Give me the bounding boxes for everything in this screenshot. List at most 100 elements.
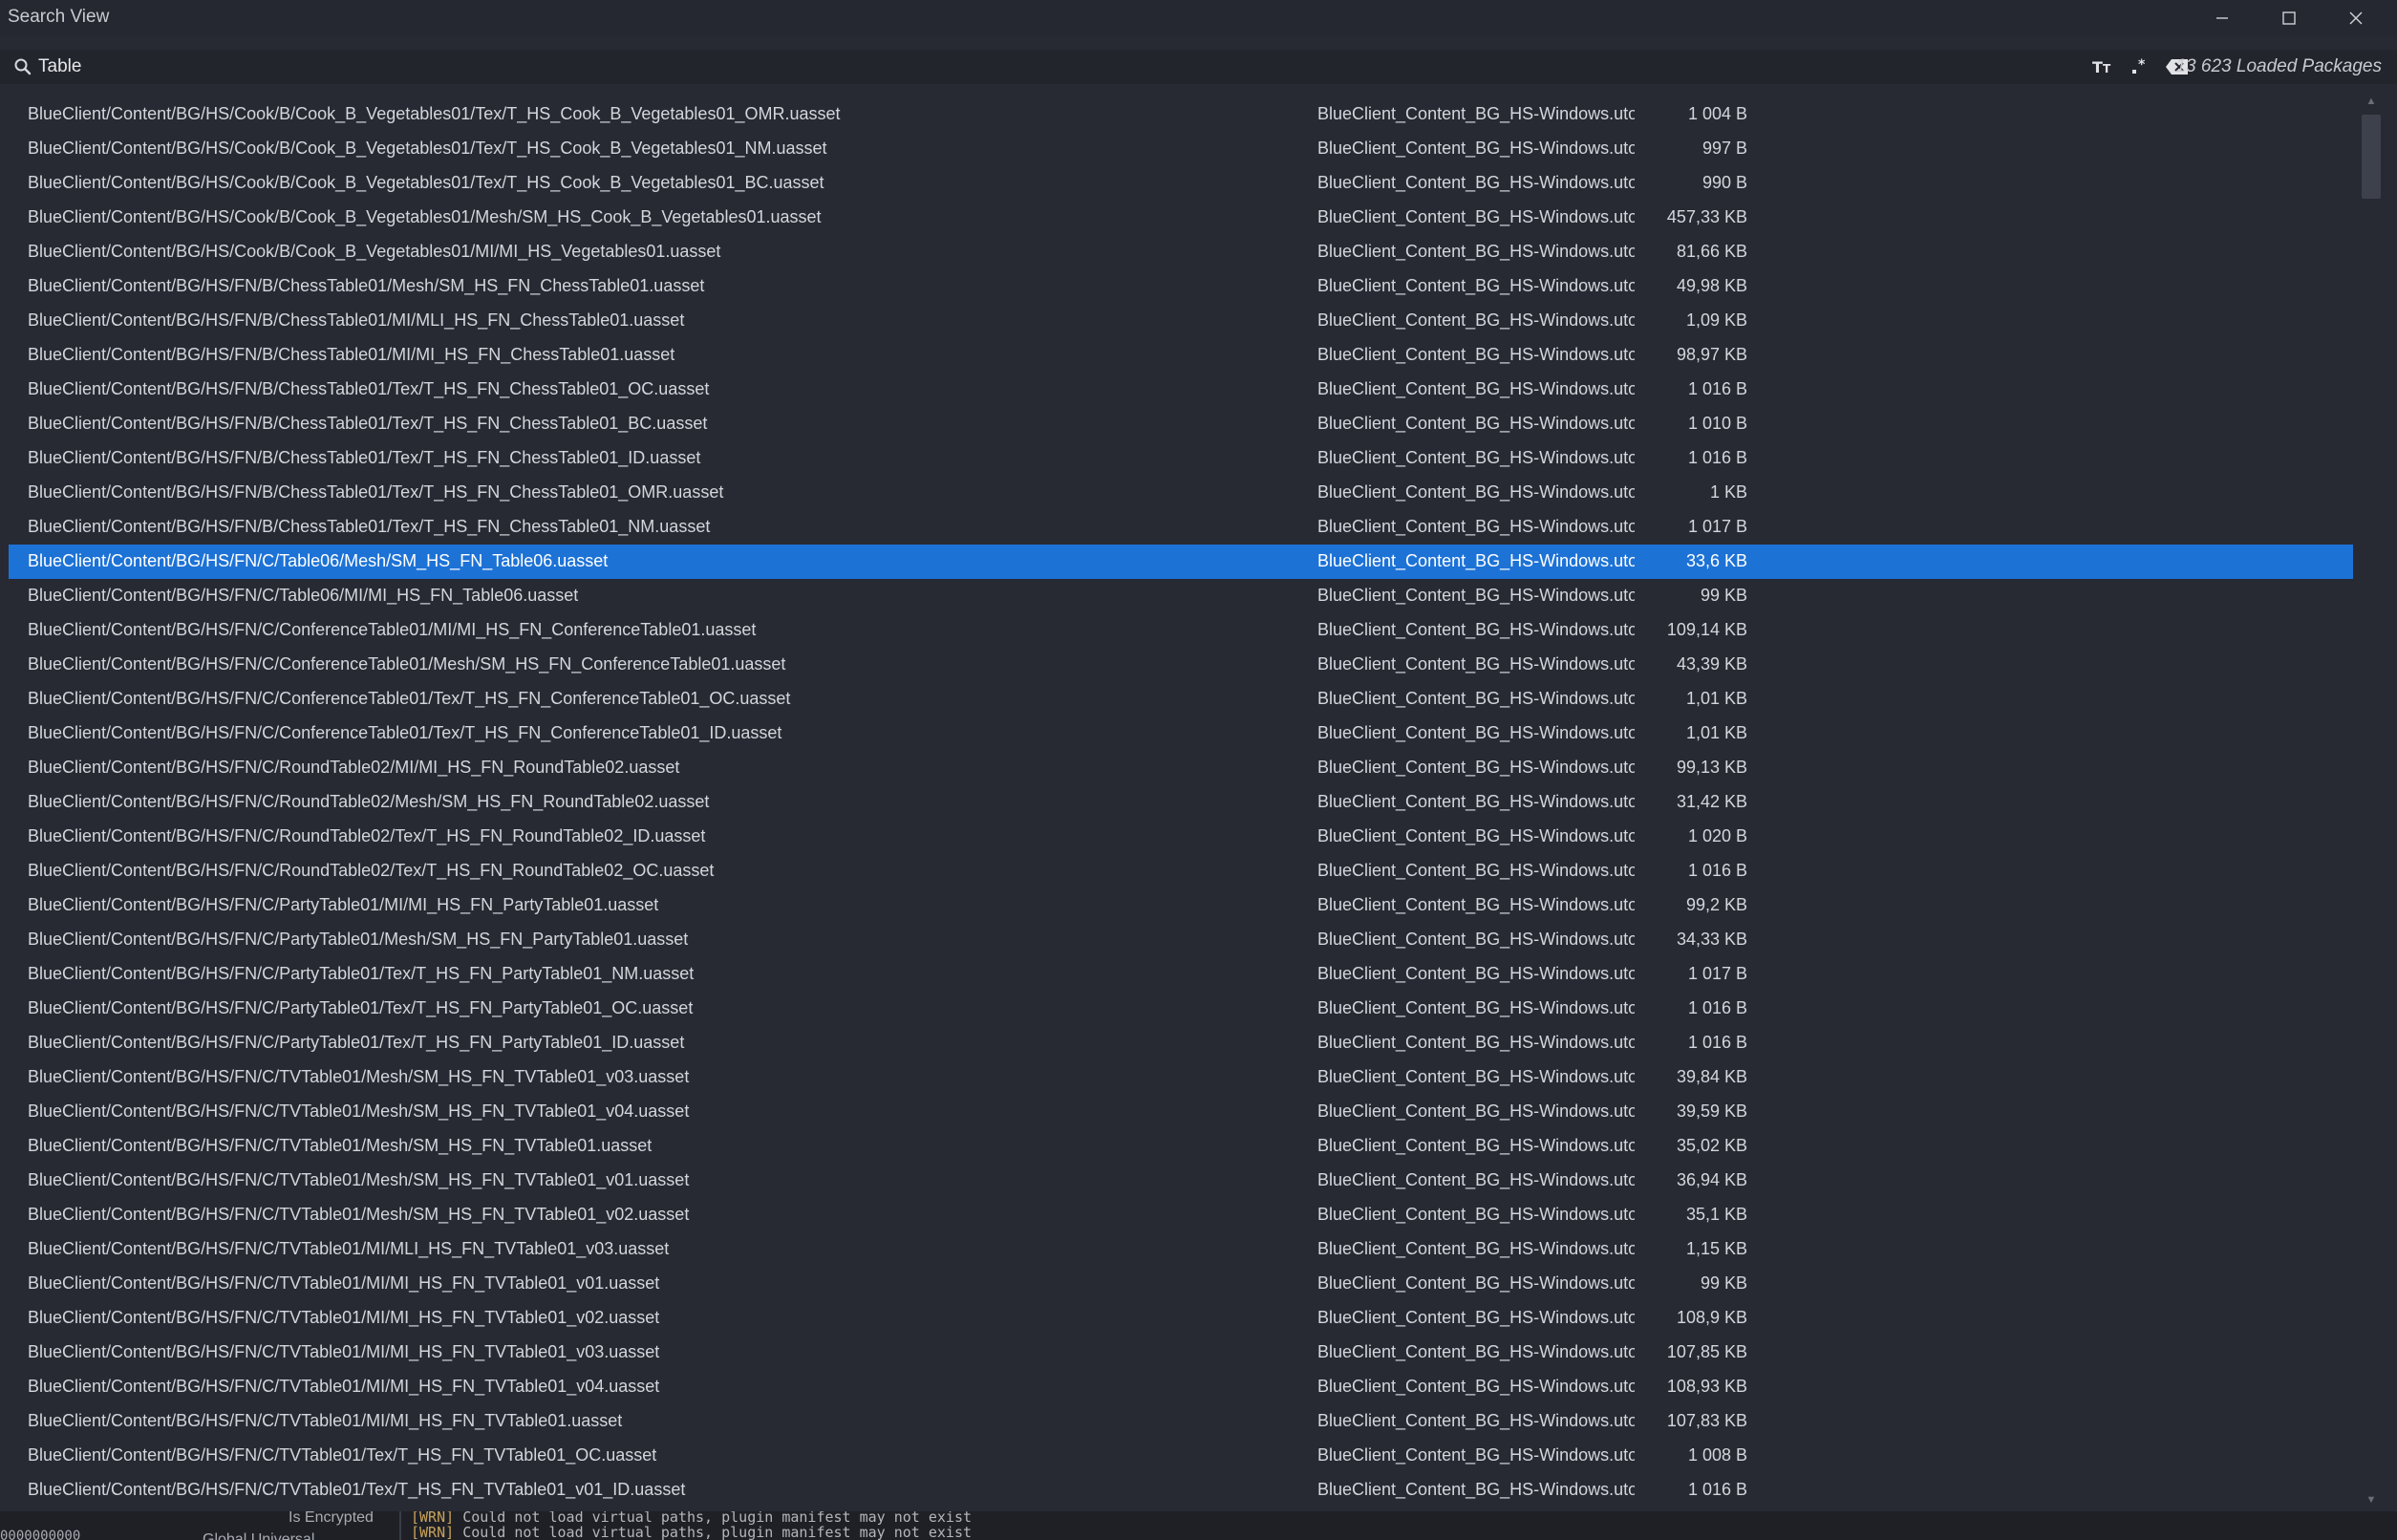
file-size-cell: 35,02 KB — [1676, 1136, 1747, 1155]
table-row[interactable]: BlueClient/Content/BG/HS/FN/B/ChessTable… — [9, 304, 2353, 338]
table-row[interactable]: BlueClient/Content/BG/HS/FN/C/RoundTable… — [9, 751, 2353, 785]
file-size-cell: 49,98 KB — [1676, 276, 1747, 295]
asset-path-cell: BlueClient/Content/BG/HS/FN/C/TVTable01/… — [28, 1239, 670, 1258]
table-row[interactable]: BlueClient/Content/BG/HS/FN/C/TVTable01/… — [9, 1404, 2353, 1439]
table-row[interactable]: BlueClient/Content/BG/HS/FN/C/Conference… — [9, 717, 2353, 751]
results-list[interactable]: BlueClient/Content/BG/HS/Cook/B/Cook_B_V… — [0, 97, 2397, 1509]
table-row[interactable]: BlueClient/Content/BG/HS/FN/B/ChessTable… — [9, 407, 2353, 441]
asset-path-cell: BlueClient/Content/BG/HS/FN/C/PartyTable… — [28, 1033, 685, 1052]
package-name-cell: BlueClient_Content_BG_HS-Windows.utoc — [1317, 448, 1635, 467]
table-row[interactable]: BlueClient/Content/BG/HS/FN/C/TVTable01/… — [9, 1198, 2353, 1232]
asset-path-cell: BlueClient/Content/BG/HS/FN/C/TVTable01/… — [28, 1102, 690, 1121]
table-row[interactable]: BlueClient/Content/BG/HS/FN/C/PartyTable… — [9, 1026, 2353, 1060]
table-row[interactable]: BlueClient/Content/BG/HS/FN/C/Conference… — [9, 648, 2353, 682]
log-tag: [WRN] — [411, 1524, 455, 1540]
table-row[interactable]: BlueClient/Content/BG/HS/FN/C/TVTable01/… — [9, 1232, 2353, 1267]
table-row[interactable]: BlueClient/Content/BG/HS/Cook/B/Cook_B_V… — [9, 201, 2353, 235]
scroll-up-arrow[interactable]: ▲ — [2365, 96, 2378, 107]
vertical-scrollbar[interactable]: ▲ ▼ — [2361, 94, 2382, 1508]
close-button[interactable] — [2324, 0, 2387, 36]
file-size-cell: 1 016 B — [1687, 861, 1747, 880]
scroll-down-arrow[interactable]: ▼ — [2365, 1494, 2378, 1506]
maximize-button[interactable] — [2258, 0, 2321, 36]
table-row[interactable]: BlueClient/Content/BG/HS/FN/C/TVTable01/… — [9, 1267, 2353, 1301]
table-row[interactable]: BlueClient/Content/BG/HS/FN/B/ChessTable… — [9, 441, 2353, 476]
table-row[interactable]: BlueClient/Content/BG/HS/FN/C/TVTable01/… — [9, 1129, 2353, 1164]
package-name-cell: BlueClient_Content_BG_HS-Windows.utoc — [1317, 964, 1635, 983]
table-row[interactable]: BlueClient/Content/BG/HS/FN/B/ChessTable… — [9, 476, 2353, 510]
file-size-cell: 98,97 KB — [1676, 345, 1747, 364]
regex-button[interactable]: * — [2127, 54, 2153, 79]
table-row[interactable]: BlueClient/Content/BG/HS/Cook/B/Cook_B_V… — [9, 132, 2353, 166]
asset-path-cell: BlueClient/Content/BG/HS/FN/C/TVTable01/… — [28, 1136, 653, 1155]
maximize-icon — [2282, 11, 2296, 25]
package-name-cell: BlueClient_Content_BG_HS-Windows.utoc — [1317, 173, 1635, 192]
package-name-cell: BlueClient_Content_BG_HS-Windows.utoc — [1317, 551, 1635, 570]
table-row[interactable]: BlueClient/Content/BG/HS/FN/C/Conference… — [9, 613, 2353, 648]
table-row[interactable]: BlueClient/Content/BG/HS/FN/C/TVTable01/… — [9, 1370, 2353, 1404]
file-size-cell: 43,39 KB — [1676, 654, 1747, 674]
file-size-cell: 99,13 KB — [1676, 758, 1747, 777]
package-name-cell: BlueClient_Content_BG_HS-Windows.utoc — [1317, 1411, 1635, 1430]
table-row[interactable]: BlueClient/Content/BG/HS/FN/C/TVTable01/… — [9, 1439, 2353, 1473]
package-name-cell: BlueClient_Content_BG_HS-Windows.utoc — [1317, 930, 1635, 949]
table-row[interactable]: BlueClient/Content/BG/HS/FN/C/TVTable01/… — [9, 1336, 2353, 1370]
table-row[interactable]: BlueClient/Content/BG/HS/FN/B/ChessTable… — [9, 373, 2353, 407]
search-input[interactable] — [38, 53, 2044, 80]
asset-path-cell: BlueClient/Content/BG/HS/FN/C/TVTable01/… — [28, 1308, 660, 1327]
bottom-panel: 0000000000 Global Universal Is Encrypted… — [0, 1511, 2397, 1540]
table-row[interactable]: BlueClient/Content/BG/HS/FN/C/PartyTable… — [9, 957, 2353, 992]
file-size-cell: 990 B — [1701, 173, 1747, 192]
table-row[interactable]: BlueClient/Content/BG/HS/FN/C/Table06/MI… — [9, 579, 2353, 613]
package-name-cell: BlueClient_Content_BG_HS-Windows.utoc — [1317, 1205, 1635, 1224]
svg-text:T: T — [2092, 58, 2103, 76]
table-row[interactable]: BlueClient/Content/BG/HS/FN/C/TVTable01/… — [9, 1164, 2353, 1198]
table-row[interactable]: BlueClient/Content/BG/HS/FN/C/PartyTable… — [9, 888, 2353, 923]
asset-path-cell: BlueClient/Content/BG/HS/FN/C/TVTable01/… — [28, 1170, 690, 1189]
table-row[interactable]: BlueClient/Content/BG/HS/FN/B/ChessTable… — [9, 269, 2353, 304]
package-name-cell: BlueClient_Content_BG_HS-Windows.utoc — [1317, 1170, 1635, 1189]
table-row[interactable]: BlueClient/Content/BG/HS/FN/C/RoundTable… — [9, 854, 2353, 888]
table-row[interactable]: BlueClient/Content/BG/HS/Cook/B/Cook_B_V… — [9, 235, 2353, 269]
table-row[interactable]: BlueClient/Content/BG/HS/FN/C/Table06/Me… — [9, 545, 2353, 579]
asset-path-cell: BlueClient/Content/BG/HS/FN/C/RoundTable… — [28, 861, 715, 880]
table-row[interactable]: BlueClient/Content/BG/HS/FN/C/RoundTable… — [9, 785, 2353, 820]
svg-text:T: T — [2103, 62, 2111, 75]
match-case-button[interactable]: T T — [2088, 54, 2117, 79]
asset-path-cell: BlueClient/Content/BG/HS/Cook/B/Cook_B_V… — [28, 139, 827, 158]
package-name-cell: BlueClient_Content_BG_HS-Windows.utoc — [1317, 1308, 1635, 1327]
package-name-cell: BlueClient_Content_BG_HS-Windows.utoc — [1317, 1102, 1635, 1121]
package-name-cell: BlueClient_Content_BG_HS-Windows.utoc — [1317, 482, 1635, 502]
file-size-cell: 108,9 KB — [1676, 1308, 1747, 1327]
table-row[interactable]: BlueClient/Content/BG/HS/FN/C/TVTable01/… — [9, 1095, 2353, 1129]
minimize-button[interactable] — [2191, 0, 2254, 36]
regex-icon: * — [2132, 57, 2146, 74]
asset-path-cell: BlueClient/Content/BG/HS/FN/C/PartyTable… — [28, 964, 695, 983]
package-name-cell: BlueClient_Content_BG_HS-Windows.utoc — [1317, 586, 1635, 605]
table-row[interactable]: BlueClient/Content/BG/HS/FN/C/RoundTable… — [9, 820, 2353, 854]
table-row[interactable]: BlueClient/Content/BG/HS/FN/C/TVTable01/… — [9, 1473, 2353, 1508]
asset-path-cell: BlueClient/Content/BG/HS/FN/C/RoundTable… — [28, 792, 710, 811]
table-row[interactable]: BlueClient/Content/BG/HS/FN/C/PartyTable… — [9, 992, 2353, 1026]
asset-path-cell: BlueClient/Content/BG/HS/FN/B/ChessTable… — [28, 517, 711, 536]
table-row[interactable]: BlueClient/Content/BG/HS/FN/B/ChessTable… — [9, 510, 2353, 545]
asset-path-cell: BlueClient/Content/BG/HS/FN/C/Conference… — [28, 689, 791, 708]
package-name-cell: BlueClient_Content_BG_HS-Windows.utoc — [1317, 517, 1635, 536]
scroll-thumb[interactable] — [2362, 115, 2381, 199]
file-size-cell: 1 020 B — [1687, 826, 1747, 845]
table-row[interactable]: BlueClient/Content/BG/HS/Cook/B/Cook_B_V… — [9, 166, 2353, 201]
table-row[interactable]: BlueClient/Content/BG/HS/FN/C/TVTable01/… — [9, 1060, 2353, 1095]
asset-path-cell: BlueClient/Content/BG/HS/FN/B/ChessTable… — [28, 414, 708, 433]
table-row[interactable]: BlueClient/Content/BG/HS/FN/C/PartyTable… — [9, 923, 2353, 957]
package-name-cell: BlueClient_Content_BG_HS-Windows.utoc — [1317, 1136, 1635, 1155]
close-icon — [2349, 11, 2363, 25]
file-size-cell: 1,09 KB — [1685, 310, 1747, 330]
table-row[interactable]: BlueClient/Content/BG/HS/FN/B/ChessTable… — [9, 338, 2353, 373]
table-row[interactable]: BlueClient/Content/BG/HS/FN/C/Conference… — [9, 682, 2353, 717]
table-row[interactable]: BlueClient/Content/BG/HS/Cook/B/Cook_B_V… — [9, 97, 2353, 132]
file-size-cell: 1 016 B — [1687, 379, 1747, 398]
file-size-cell: 1 008 B — [1687, 1445, 1747, 1465]
title-bar[interactable]: Search View — [0, 0, 2397, 36]
file-size-cell: 1,01 KB — [1685, 723, 1747, 742]
table-row[interactable]: BlueClient/Content/BG/HS/FN/C/TVTable01/… — [9, 1301, 2353, 1336]
